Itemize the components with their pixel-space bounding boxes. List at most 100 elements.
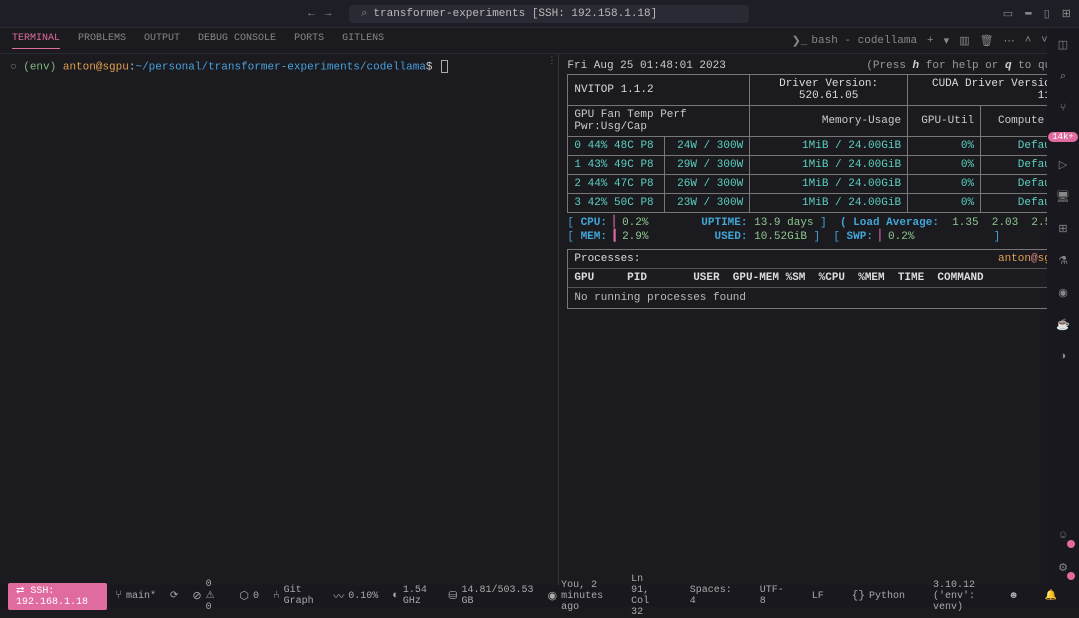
cursor-position[interactable]: Ln 91, Col 32 <box>631 574 662 618</box>
gitlens-icon[interactable]: ◉ <box>1054 284 1072 302</box>
remote-icon: ⇄ <box>16 586 30 597</box>
feedback-icon[interactable]: ☻ <box>1011 574 1017 618</box>
cursor <box>441 60 448 73</box>
prompt-path: ~/personal/transformer-experiments/codel… <box>135 61 425 73</box>
tab-debug-console[interactable]: Debug Console <box>198 33 276 48</box>
gpu-row-0: 0 44% 48C P824W / 300W1MiB / 24.00GiB0%D… <box>568 137 1071 156</box>
account-icon[interactable]: ☺ <box>1054 527 1072 545</box>
terminal-area: ○ (env) anton@sgpu:~/personal/transforme… <box>0 54 1079 585</box>
terminal-profile[interactable]: ❯_ bash - codellama <box>792 34 917 48</box>
layout-controls: ▭ ▬ ▯ ⊞ <box>1003 7 1071 21</box>
kill-terminal-icon[interactable]: 🗑 <box>980 34 994 48</box>
tab-problems[interactable]: Problems <box>78 33 126 48</box>
nvitop-title: NVITOP 1.1.2 <box>568 75 750 106</box>
status-bar: ⇄ SSH: 192.168.1.18 ⑂main* ⟳ ⊘0 ⚠ 0 ⬡0 ⑃… <box>0 585 1079 607</box>
language-mode[interactable]: {}Python <box>852 574 905 618</box>
person-icon: ◉ <box>547 589 557 603</box>
layout-left-icon[interactable]: ▭ <box>1003 7 1013 21</box>
processes-empty: No running processes found <box>568 288 1070 308</box>
col-memory: Memory-Usage <box>750 106 908 137</box>
processes-title: Processes: <box>574 253 640 265</box>
driver-version: Driver Version: 520.61.05 <box>750 75 908 106</box>
command-center[interactable]: ⌕ transformer-experiments [SSH: 192.158.… <box>349 5 749 23</box>
database-icon: ⛁ <box>448 589 457 603</box>
system-stats: [ CPU: ▏0.2% UPTIME: 13.9 days ] ( Load … <box>567 215 1071 243</box>
indent-status[interactable]: Spaces: 4 <box>690 574 732 618</box>
prompt-indicator: ○ <box>10 61 17 73</box>
problems-status[interactable]: ⊘0 ⚠ 0 <box>192 579 225 613</box>
notifications-badge[interactable]: 14k+ <box>1048 132 1078 142</box>
col-util: GPU-Util <box>908 106 981 137</box>
flame-icon: ⬡ <box>239 589 249 603</box>
branch-activity-icon[interactable]: ⑂ <box>1054 100 1072 118</box>
resize-grip-icon: ⋮ <box>547 56 556 66</box>
activity-bar: ◫ ⌕ ⑂ 14k+ ▷ 🖥 ⊞ ⚗ ◉ ☕ ◑ ☺ ⚙ <box>1047 28 1079 585</box>
nvitop-header-line: Fri Aug 25 01:48:01 2023 (Press h for hel… <box>567 60 1071 72</box>
gpu-table: NVITOP 1.1.2Driver Version: 520.61.05CUD… <box>567 74 1071 213</box>
git-blame[interactable]: ◉You, 2 minutes ago <box>547 574 603 618</box>
tab-output[interactable]: Output <box>144 33 180 48</box>
processes-box: Processes: anton@sgpu GPU PID USER GPU-M… <box>567 249 1071 309</box>
split-resize-handle[interactable]: ⋮ <box>552 54 558 585</box>
nvitop-help: (Press h for help or q to quit) <box>866 60 1071 72</box>
remote-indicator[interactable]: ⇄ SSH: 192.168.1.18 <box>8 583 107 610</box>
bell-icon[interactable]: 🔔 <box>1045 574 1057 618</box>
terminal-dropdown-icon[interactable]: ▾ <box>944 34 950 48</box>
search-text: transformer-experiments [SSH: 192.158.1.… <box>373 8 657 20</box>
branch-icon: ⑂ <box>115 590 122 602</box>
search-activity-icon[interactable]: ⌕ <box>1054 68 1072 86</box>
lines-status[interactable]: ⬡0 <box>239 589 259 603</box>
more-icon[interactable]: ⋯ <box>1004 34 1015 48</box>
layout-bottom-icon[interactable]: ▬ <box>1025 7 1032 21</box>
terminal-left-pane[interactable]: ○ (env) anton@sgpu:~/personal/transforme… <box>0 54 559 585</box>
disk-status[interactable]: ⛁14.81/503.53 GB <box>448 585 533 607</box>
panel-tabs: Terminal Problems Output Debug Console P… <box>0 28 1079 54</box>
sync-icon[interactable]: ⟳ <box>170 590 178 602</box>
nav-arrows: ← → <box>308 8 331 20</box>
copilot-icon[interactable]: ◑ <box>1054 348 1072 366</box>
docker-icon[interactable]: ☕ <box>1054 316 1072 334</box>
col-group-gpu: GPU Fan Temp Perf Pwr:Usg/Cap <box>568 106 750 137</box>
terminal-icon: ❯_ <box>792 34 808 48</box>
terminal-right-pane[interactable]: Fri Aug 25 01:48:01 2023 (Press h for hel… <box>559 54 1079 585</box>
remote-explorer-icon[interactable]: 🖥 <box>1054 188 1072 206</box>
pulse-icon: 〰 <box>333 588 344 604</box>
shell-label: bash - codellama <box>811 35 917 47</box>
prompt-env: (env) <box>23 61 56 73</box>
cpu-status[interactable]: 〰0.10% <box>333 588 378 604</box>
encoding-status[interactable]: UTF-8 <box>760 574 784 618</box>
prompt-userhost: anton@sgpu <box>63 61 129 73</box>
python-interpreter[interactable]: 3.10.12 ('env': venv) <box>933 574 983 618</box>
tab-ports[interactable]: Ports <box>294 33 324 48</box>
git-branch[interactable]: ⑂main* <box>115 590 156 602</box>
extensions-icon[interactable]: ⊞ <box>1054 220 1072 238</box>
nav-forward-icon[interactable]: → <box>325 8 332 20</box>
gpu-row-3: 3 42% 50C P823W / 300W1MiB / 24.00GiB0%D… <box>568 194 1071 213</box>
shell-prompt: ○ (env) anton@sgpu:~/personal/transforme… <box>10 60 548 73</box>
dashboard-icon: ◐ <box>392 590 399 602</box>
test-icon[interactable]: ⚗ <box>1054 252 1072 270</box>
split-terminal-icon[interactable]: ▥ <box>959 34 969 48</box>
nvitop-datetime: Fri Aug 25 01:48:01 2023 <box>567 60 725 72</box>
layout-custom-icon[interactable]: ⊞ <box>1062 7 1071 21</box>
title-bar: ← → ⌕ transformer-experiments [SSH: 192.… <box>0 0 1079 28</box>
symbol-icon: {} <box>852 590 865 602</box>
search-icon: ⌕ <box>361 8 367 20</box>
gpu-row-2: 2 44% 47C P826W / 300W1MiB / 24.00GiB0%D… <box>568 175 1071 194</box>
eol-status[interactable]: LF <box>812 574 824 618</box>
graph-icon: ⑃ <box>273 590 280 602</box>
nav-back-icon[interactable]: ← <box>308 8 315 20</box>
gpu-row-1: 1 43% 49C P829W / 300W1MiB / 24.00GiB0%D… <box>568 156 1071 175</box>
tab-terminal[interactable]: Terminal <box>12 33 60 49</box>
prompt-dollar: $ <box>426 61 433 73</box>
chevron-up-icon[interactable]: ˄ <box>1025 35 1032 47</box>
processes-columns: GPU PID USER GPU-MEM %SM %CPU %MEM TIME … <box>568 269 1070 288</box>
freq-status[interactable]: ◐1.54 GHz <box>392 585 434 607</box>
cube-icon[interactable]: ◫ <box>1054 36 1072 54</box>
new-terminal-icon[interactable]: + <box>927 35 934 47</box>
git-graph[interactable]: ⑃Git Graph <box>273 585 319 607</box>
layout-right-icon[interactable]: ▯ <box>1044 7 1050 21</box>
error-icon: ⊘ <box>192 589 201 603</box>
tab-gitlens[interactable]: Gitlens <box>342 33 384 48</box>
run-debug-icon[interactable]: ▷ <box>1054 156 1072 174</box>
